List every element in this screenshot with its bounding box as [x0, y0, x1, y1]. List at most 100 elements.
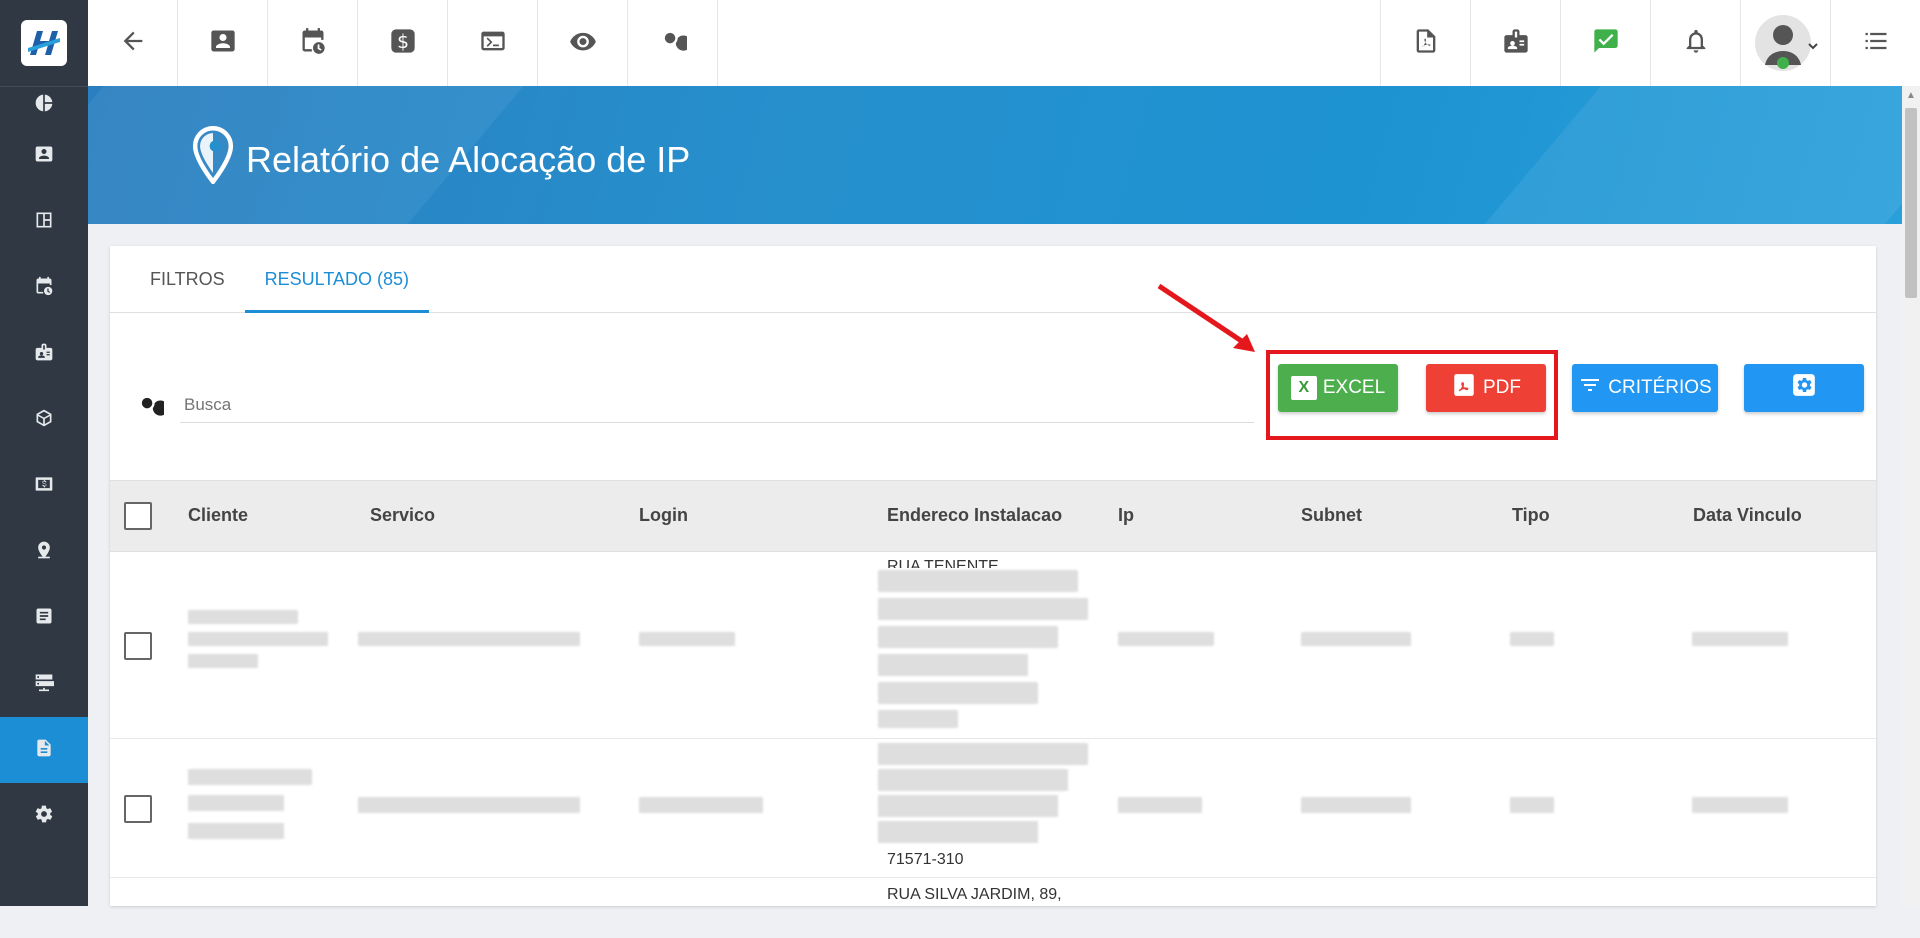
column-header[interactable]: Login — [639, 505, 688, 526]
terminal-shortcut-button[interactable] — [448, 0, 538, 86]
excel-icon: X — [1290, 376, 1317, 400]
view-shortcut-button[interactable] — [538, 0, 628, 86]
contact-card-icon — [34, 144, 54, 169]
pdf-file-icon — [1412, 27, 1440, 60]
select-all-checkbox[interactable] — [124, 502, 152, 530]
excel-button-label: EXCEL — [1322, 377, 1386, 398]
schedule-shortcut-button[interactable] — [268, 0, 358, 86]
address-text: 71571-310 — [887, 851, 964, 868]
top-bar: $ — [88, 0, 1920, 87]
list-menu-icon — [1862, 27, 1890, 60]
arrow-left-icon — [119, 27, 147, 60]
sidebar-item-finance[interactable] — [0, 453, 88, 519]
sidebar-item-lists[interactable] — [0, 585, 88, 651]
clients-shortcut-button[interactable] — [178, 0, 268, 86]
search-bar — [136, 388, 1254, 425]
scroll-up-arrow-icon[interactable]: ▲ — [1902, 86, 1920, 104]
main-menu-button[interactable] — [1830, 0, 1920, 86]
bell-icon — [1682, 27, 1710, 60]
messages-button[interactable] — [1560, 0, 1650, 86]
app-logo[interactable] — [0, 0, 88, 87]
filter-icon — [1578, 373, 1602, 403]
sidebar-item-layout[interactable] — [0, 189, 88, 255]
list-icon — [34, 606, 54, 631]
scroll-thumb[interactable] — [1905, 108, 1917, 298]
contracts-shortcut-button[interactable] — [1470, 0, 1560, 86]
document-icon — [34, 738, 54, 763]
map-pin-icon — [186, 125, 240, 193]
eye-icon — [569, 27, 597, 60]
pdf-shortcut-button[interactable] — [1380, 0, 1470, 86]
gear-icon — [34, 804, 54, 829]
location-pin-icon — [34, 540, 54, 565]
column-header[interactable]: Endereco Instalacao — [887, 505, 1062, 526]
column-header[interactable]: Tipo — [1512, 505, 1550, 526]
notifications-button[interactable] — [1650, 0, 1740, 86]
box-icon — [34, 408, 54, 433]
sidebar-item-reports[interactable] — [0, 717, 88, 783]
sidebar-item-locations[interactable] — [0, 519, 88, 585]
results-table: Cliente Servico Login Endereco Instalaca… — [110, 480, 1876, 938]
terminal-icon — [479, 27, 507, 60]
address-text: RUA SILVA JARDIM, 89, — [887, 886, 1062, 903]
pdf-file-icon — [1451, 372, 1477, 404]
sidebar-item-contracts[interactable] — [0, 321, 88, 387]
column-header[interactable]: Subnet — [1301, 505, 1362, 526]
settings-button[interactable] — [1744, 364, 1864, 412]
row-checkbox[interactable] — [124, 795, 152, 823]
finance-shortcut-button[interactable]: $ — [358, 0, 448, 86]
sidebar-item-dashboard[interactable] — [0, 87, 88, 123]
export-pdf-button[interactable]: PDF — [1426, 364, 1546, 412]
row-checkbox[interactable] — [124, 632, 152, 660]
results-toolbar: X EXCEL PDF CRITÉRIOS — [110, 283, 1876, 472]
contact-card-icon — [209, 27, 237, 60]
criteria-button[interactable]: CRITÉRIOS — [1572, 364, 1718, 412]
column-header[interactable]: Ip — [1118, 505, 1134, 526]
svg-text:$: $ — [397, 32, 409, 53]
table-row[interactable]: RUA TENENTE — [110, 552, 1876, 739]
pie-chart-icon — [34, 93, 54, 118]
sidebar — [0, 0, 88, 906]
page-title: Relatório de Alocação de IP — [246, 138, 691, 180]
money-icon — [34, 474, 54, 499]
tab-resultado[interactable]: RESULTADO (85) — [244, 246, 430, 313]
user-menu[interactable] — [1740, 0, 1830, 86]
sidebar-item-schedule[interactable] — [0, 255, 88, 321]
column-header[interactable]: Servico — [370, 505, 435, 526]
search-input[interactable] — [180, 388, 1254, 423]
id-badge-icon — [1502, 27, 1530, 60]
table-header: Cliente Servico Login Endereco Instalaca… — [110, 480, 1876, 552]
avatar — [1754, 15, 1818, 71]
report-card: FILTROS RESULTADO (85) X EXCEL PDF CRITÉ… — [110, 246, 1876, 906]
calendar-clock-icon — [299, 27, 327, 60]
table-row[interactable]: 71571-310 — [110, 739, 1876, 878]
dollar-icon: $ — [389, 27, 417, 60]
logo-icon — [21, 20, 67, 66]
layout-icon — [34, 210, 54, 235]
chat-check-icon — [1592, 27, 1620, 60]
search-icon — [659, 27, 691, 60]
calendar-clock-icon — [34, 276, 54, 301]
id-badge-icon — [34, 342, 54, 367]
annotation-arrow — [1157, 283, 1255, 352]
tab-filtros[interactable]: FILTROS — [130, 246, 245, 312]
tab-bar: FILTROS RESULTADO (85) — [110, 246, 1876, 313]
table-row[interactable]: RUA SILVA JARDIM, 89, — [110, 878, 1876, 938]
server-icon — [34, 672, 54, 697]
gear-icon — [1791, 372, 1817, 404]
search-icon — [136, 392, 168, 425]
sidebar-item-network[interactable] — [0, 651, 88, 717]
address-text: RUA TENENTE — [887, 558, 999, 568]
back-button[interactable] — [88, 0, 178, 86]
sidebar-item-clients[interactable] — [0, 123, 88, 189]
pdf-button-label: PDF — [1483, 377, 1521, 398]
page-scrollbar[interactable]: ▲ — [1902, 86, 1920, 906]
sidebar-item-settings[interactable] — [0, 783, 88, 849]
column-header[interactable]: Data Vinculo — [1693, 505, 1802, 526]
criteria-button-label: CRITÉRIOS — [1608, 377, 1712, 398]
page-header-banner: Relatório de Alocação de IP — [88, 86, 1902, 224]
search-shortcut-button[interactable] — [628, 0, 718, 86]
column-header[interactable]: Cliente — [188, 505, 248, 526]
sidebar-item-products[interactable] — [0, 387, 88, 453]
export-excel-button[interactable]: X EXCEL — [1278, 364, 1398, 412]
